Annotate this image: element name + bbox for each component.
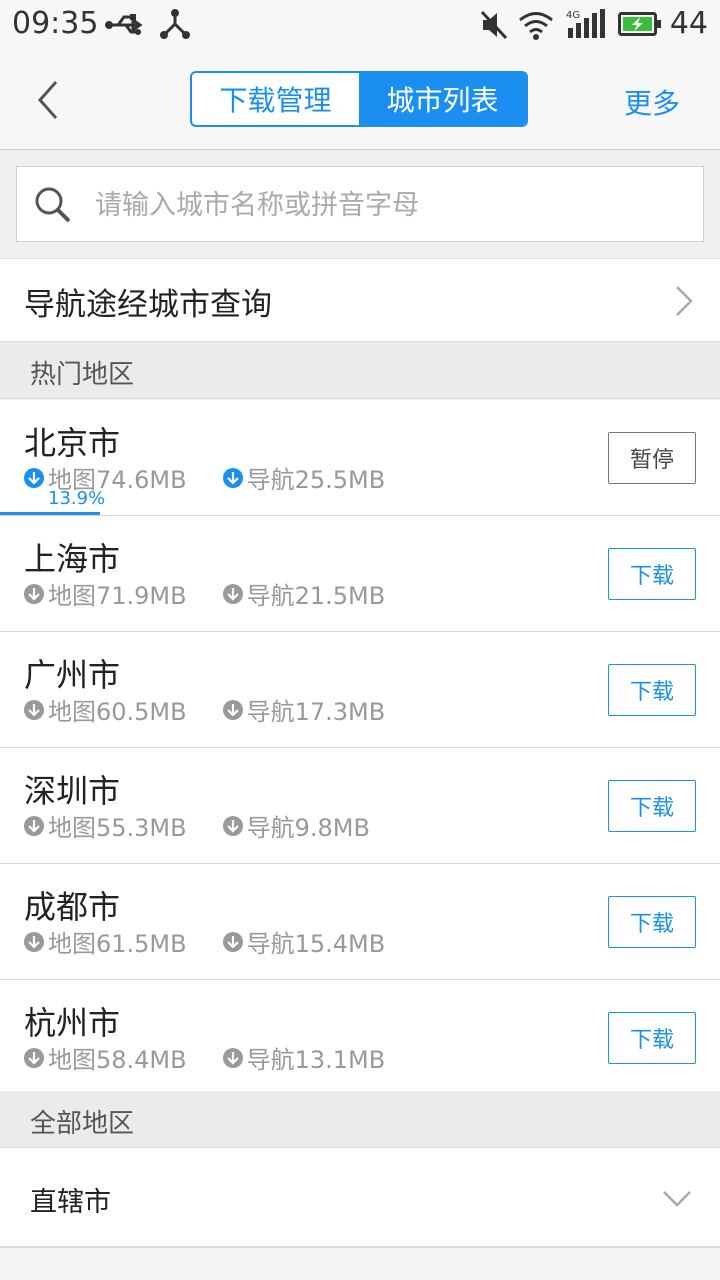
city-name: 杭州市: [24, 1004, 121, 1042]
map-size: 地图71.9MB: [48, 582, 187, 610]
network-label: 4G: [566, 10, 580, 21]
download-progress-label: 13.9%: [48, 488, 106, 509]
province-group-label: 直辖市: [30, 1187, 111, 1218]
download-circle-icon: [24, 583, 44, 604]
chevron-down-icon: [663, 1191, 691, 1207]
search-bar: [0, 150, 720, 258]
section-title: 热门地区: [30, 360, 135, 390]
download-circle-icon: [24, 467, 44, 488]
route-city-query-label: 导航途经城市查询: [24, 287, 272, 323]
map-size: 地图60.5MB: [48, 698, 187, 726]
nav-bar: 下载管理 城市列表 更多: [0, 50, 720, 150]
city-row: 广州市 地图60.5MB 导航17.3MB 下载: [0, 632, 720, 748]
download-circle-icon: [222, 931, 243, 952]
download-circle-icon: [222, 467, 243, 488]
download-circle-icon: [24, 931, 44, 952]
status-bar: 09:35 4G 44: [0, 0, 720, 50]
wifi-icon: [519, 12, 553, 40]
pause-button[interactable]: 暂停: [608, 432, 696, 484]
mute-icon: [480, 10, 508, 40]
usb-icon: [105, 14, 143, 35]
city-name: 深圳市: [24, 772, 121, 810]
section-header-hot: 热门地区: [0, 342, 720, 399]
route-city-query-row[interactable]: 导航途经城市查询: [0, 258, 720, 342]
city-row: 杭州市 地图58.4MB 导航13.1MB 下载: [0, 980, 720, 1096]
download-circle-icon: [222, 1047, 243, 1068]
province-group-row[interactable]: 直辖市: [0, 1148, 720, 1248]
segmented-control: 下载管理 城市列表: [190, 71, 528, 127]
city-name: 上海市: [24, 540, 121, 578]
city-name: 成都市: [24, 888, 121, 926]
nav-size: 导航9.8MB: [246, 814, 370, 842]
city-row: 深圳市 地图55.3MB 导航9.8MB 下载: [0, 748, 720, 864]
city-row: 北京市 地图74.6MB 导航25.5MB 13.9% 暂停: [0, 400, 720, 516]
search-input[interactable]: [93, 167, 687, 243]
download-button[interactable]: 下载: [608, 1012, 696, 1064]
download-circle-icon: [24, 815, 44, 836]
share-node-icon: [160, 9, 190, 39]
download-circle-icon: [222, 583, 243, 604]
nav-size: 导航21.5MB: [246, 582, 386, 610]
map-size: 地图58.4MB: [48, 1046, 187, 1074]
map-size: 地图61.5MB: [48, 930, 187, 958]
cellular-4g-icon: 4G: [566, 9, 605, 38]
battery-charging-icon: [618, 12, 661, 36]
map-size: 地图55.3MB: [48, 814, 187, 842]
back-icon[interactable]: [28, 76, 72, 124]
nav-size: 导航15.4MB: [246, 930, 386, 958]
hot-city-list: 北京市 地图74.6MB 导航25.5MB 13.9% 暂停 上海市 地图71.…: [0, 400, 720, 1096]
download-button[interactable]: 下载: [608, 896, 696, 948]
download-circle-icon: [24, 699, 44, 720]
section-header-all: 全部地区: [0, 1091, 720, 1148]
section-title: 全部地区: [30, 1109, 135, 1139]
download-progress-bar: [0, 512, 101, 515]
nav-size: 导航17.3MB: [246, 698, 386, 726]
tab-download-manager[interactable]: 下载管理: [192, 73, 359, 125]
city-row: 上海市 地图71.9MB 导航21.5MB 下载: [0, 516, 720, 632]
download-button[interactable]: 下载: [608, 664, 696, 716]
tab-city-list[interactable]: 城市列表: [359, 73, 526, 125]
nav-size: 导航13.1MB: [246, 1046, 386, 1074]
download-button[interactable]: 下载: [608, 780, 696, 832]
battery-percent: 44: [669, 6, 708, 41]
chevron-right-icon: [676, 286, 693, 316]
status-time: 09:35: [12, 6, 99, 41]
city-name: 广州市: [24, 656, 121, 694]
download-circle-icon: [222, 699, 243, 720]
download-circle-icon: [24, 1047, 44, 1068]
download-button[interactable]: 下载: [608, 548, 696, 600]
more-button[interactable]: 更多: [624, 82, 680, 122]
nav-size: 导航25.5MB: [246, 466, 386, 494]
download-circle-icon: [222, 815, 243, 836]
city-name: 北京市: [24, 424, 121, 462]
search-icon: [35, 187, 71, 223]
city-row: 成都市 地图61.5MB 导航15.4MB 下载: [0, 864, 720, 980]
search-box[interactable]: [16, 166, 704, 243]
